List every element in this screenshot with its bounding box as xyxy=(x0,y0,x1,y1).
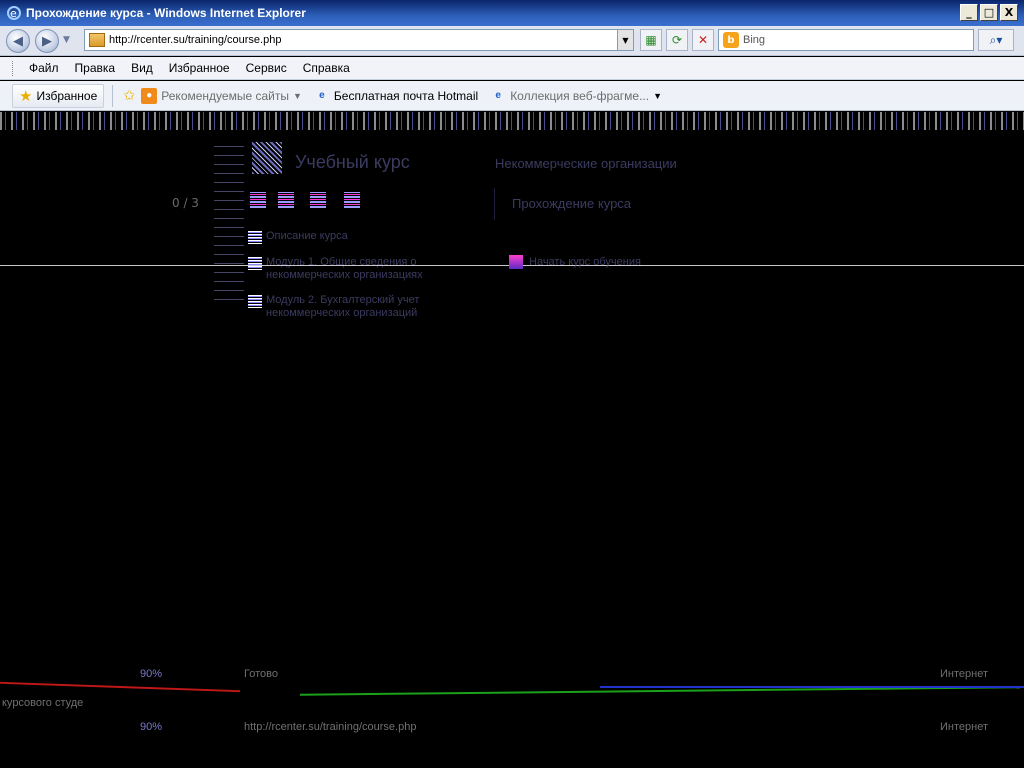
menu-edit[interactable]: Правка xyxy=(67,61,124,75)
status-text: Готово xyxy=(244,668,278,680)
back-button[interactable]: ◀ xyxy=(6,29,30,53)
address-bar[interactable]: http://rcenter.su/training/course.php ▼ xyxy=(84,29,634,51)
search-button[interactable]: ⌕▾ xyxy=(978,29,1014,51)
ie-page-icon: e xyxy=(495,90,501,101)
window-title: Прохождение курса - Windows Internet Exp… xyxy=(26,6,306,20)
start-icon xyxy=(509,255,523,269)
close-button[interactable]: X xyxy=(1000,4,1018,21)
stop-icon: ✕ xyxy=(697,33,709,47)
search-box[interactable]: b Bing xyxy=(718,29,974,51)
security-zone: Интернет xyxy=(940,668,988,680)
nav-item-module-1[interactable]: Модуль 1. Общие сведения о некоммерчески… xyxy=(248,256,468,282)
favorite-label: Бесплатная почта Hotmail xyxy=(333,88,479,103)
organization-name: Некоммерческие организации xyxy=(495,156,677,171)
progress-counter: 0 / 3 xyxy=(172,196,199,210)
favorite-suggested-sites[interactable]: ● Рекомендуемые сайты ▼ xyxy=(141,87,302,104)
favorites-button[interactable]: ★ Избранное xyxy=(12,83,105,108)
suggested-sites-icon: ● xyxy=(141,87,158,104)
ie-logo-icon: e xyxy=(7,6,21,20)
bing-icon: b xyxy=(723,32,739,48)
address-url[interactable]: http://rcenter.su/training/course.php xyxy=(109,34,281,46)
course-nav-list: Описание курса Модуль 1. Общие сведения … xyxy=(248,230,468,332)
print-icon[interactable] xyxy=(344,192,360,208)
test-icon[interactable] xyxy=(310,192,326,208)
status-url: http://rcenter.su/training/course.php xyxy=(244,721,417,733)
chevron-down-icon[interactable]: ▼ xyxy=(653,91,662,101)
forward-icon: ▶ xyxy=(42,33,52,49)
window-title-bar[interactable]: e Прохождение курса - Windows Internet E… xyxy=(0,0,1024,26)
nav-item-label: Модуль 1. Общие сведения о некоммерчески… xyxy=(266,256,423,281)
back-icon: ◀ xyxy=(13,33,23,49)
favorite-hotmail[interactable]: e Бесплатная почта Hotmail xyxy=(314,88,478,104)
page-content: Учебный курс Некоммерческие организации … xyxy=(0,112,1024,768)
favorites-separator xyxy=(112,84,114,107)
favorites-button-label: Избранное xyxy=(36,88,98,103)
favorite-web-slice-gallery[interactable]: e Коллекция веб-фрагме... ▼ xyxy=(490,88,662,104)
document-icon xyxy=(248,256,262,270)
forward-button[interactable]: ▶ xyxy=(35,29,59,53)
nav-item-module-2[interactable]: Модуль 2. Бухгалтерский учет некоммерчес… xyxy=(248,294,468,320)
document-icon xyxy=(248,230,262,244)
ie-page-icon: e xyxy=(319,90,325,101)
search-icon: ⌕▾ xyxy=(989,32,1003,47)
nav-item-description[interactable]: Описание курса xyxy=(248,230,468,244)
column-divider xyxy=(494,188,495,220)
address-dropdown-button[interactable]: ▼ xyxy=(617,30,633,50)
refresh-icon: ⟳ xyxy=(671,33,683,47)
ghost-text-fragment: курсового студе xyxy=(2,697,84,709)
render-streak xyxy=(600,686,1024,688)
compatibility-view-button[interactable]: ▦ xyxy=(640,29,662,51)
menu-help[interactable]: Справка xyxy=(295,61,358,75)
start-course-link[interactable]: Начать курс обучения xyxy=(509,255,641,269)
nav-item-label: Описание курса xyxy=(266,230,348,242)
contents-icon[interactable] xyxy=(278,192,294,208)
menu-favorites[interactable]: Избранное xyxy=(161,61,238,75)
book-icon[interactable] xyxy=(250,192,266,208)
stop-button[interactable]: ✕ xyxy=(692,29,714,51)
menu-file[interactable]: Файл xyxy=(21,61,67,75)
menu-view[interactable]: Вид xyxy=(123,61,161,75)
render-glitch-band xyxy=(0,112,1024,130)
course-logo-text: Учебный курс xyxy=(295,152,410,172)
toolbar-grip[interactable] xyxy=(12,60,15,76)
favorite-label: Рекомендуемые сайты xyxy=(161,88,289,103)
navigation-bar: ◀ ▶ ▼ http://rcenter.su/training/course.… xyxy=(0,26,1024,56)
start-course-label: Начать курс обучения xyxy=(529,256,641,268)
compat-icon: ▦ xyxy=(645,33,657,47)
page-heading: Прохождение курса xyxy=(512,196,632,211)
decorative-dots xyxy=(214,140,244,300)
page-icon xyxy=(89,33,105,47)
refresh-button[interactable]: ⟳ xyxy=(666,29,688,51)
svg-text:e: e xyxy=(10,7,17,20)
document-icon xyxy=(248,294,262,308)
search-placeholder[interactable]: Bing xyxy=(743,34,765,46)
menu-tools[interactable]: Сервис xyxy=(238,61,295,75)
maximize-button[interactable]: □ xyxy=(980,4,998,21)
minimize-button[interactable]: _ xyxy=(960,4,978,21)
course-logo-icon xyxy=(252,142,282,174)
render-streak xyxy=(0,681,240,693)
menu-bar: Файл Правка Вид Избранное Сервис Справка xyxy=(0,57,1024,80)
zoom-level[interactable]: 90% xyxy=(140,721,162,733)
add-to-favorites-icon[interactable]: ✩ xyxy=(121,88,137,104)
chevron-down-icon[interactable]: ▼ xyxy=(293,91,302,101)
star-icon: ★ xyxy=(19,86,33,105)
history-dropdown-icon[interactable]: ▼ xyxy=(63,35,70,45)
zoom-level[interactable]: 90% xyxy=(140,668,162,680)
favorite-label: Коллекция веб-фрагме... xyxy=(510,88,650,103)
security-zone: Интернет xyxy=(940,721,988,733)
nav-item-label: Модуль 2. Бухгалтерский учет некоммерчес… xyxy=(266,294,420,319)
favorites-bar: ★ Избранное ✩ ● Рекомендуемые сайты ▼ e … xyxy=(0,81,1024,111)
